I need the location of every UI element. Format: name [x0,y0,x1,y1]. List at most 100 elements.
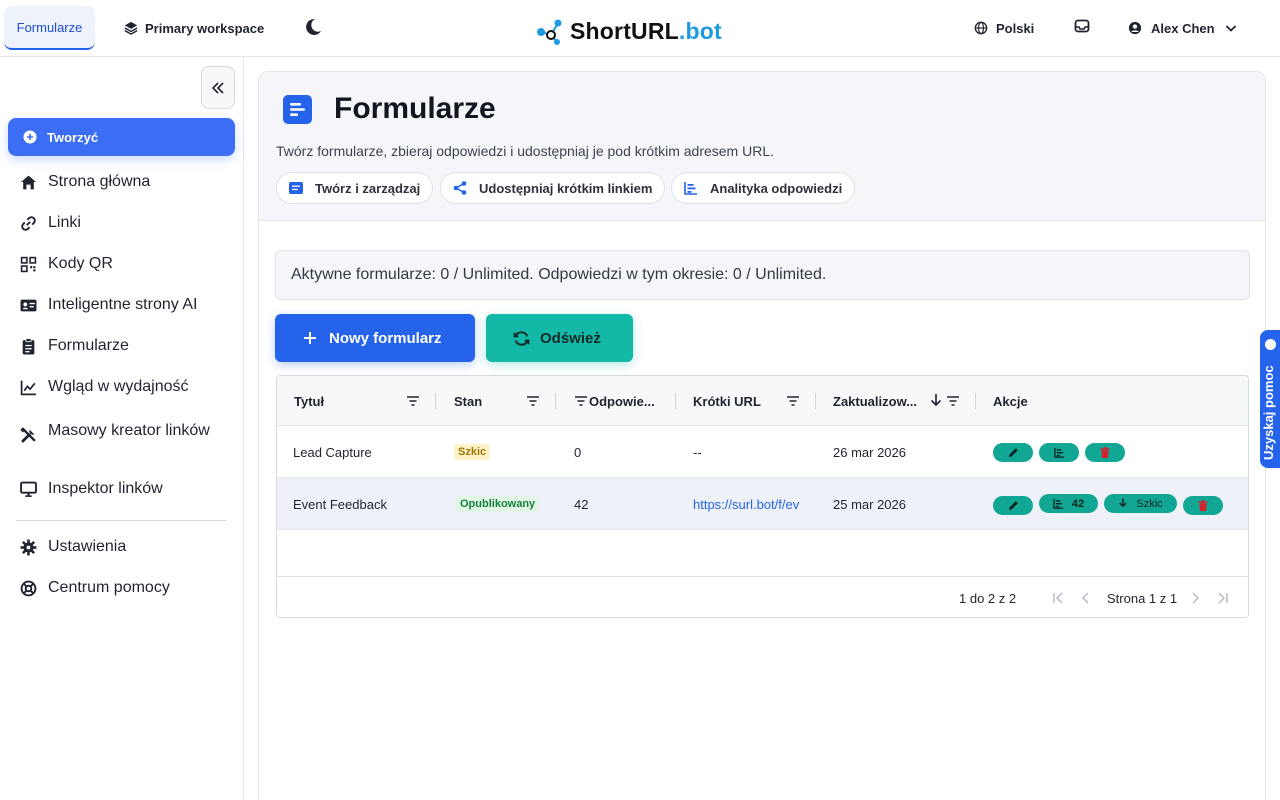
sidebar-item-insights[interactable]: Wgląd w wydajność [20,378,235,396]
table-row[interactable]: Lead Capture Szkic 0 -- 26 mar 2026 [277,426,1248,478]
row-responses: 0 [574,444,582,460]
analytics-button[interactable] [1039,443,1079,462]
last-page-icon[interactable] [1216,591,1230,605]
user-avatar-icon [1128,21,1142,35]
row-url: -- [693,444,702,460]
bar-chart-icon [1053,447,1064,458]
edit-button[interactable] [993,496,1033,515]
help-question-icon [1265,339,1276,350]
export-button[interactable]: Szkic [1104,494,1177,513]
globe-icon [974,21,988,35]
row-title[interactable]: Event Feedback [293,478,387,530]
column-responses[interactable]: Odpowie... [589,376,655,426]
refresh-icon [513,330,530,346]
analytics-button[interactable]: 42 [1039,494,1098,513]
table-header: Tytuł Stan Odpowie... Krótki URL Zaktual… [277,376,1248,426]
workspace-label: Primary workspace [145,20,265,36]
qr-code-icon [20,256,37,272]
share-icon [453,181,467,195]
layers-icon [124,21,138,35]
user-menu[interactable]: Alex Chen [1128,18,1238,38]
link-icon [21,215,36,231]
sidebar-item-link-inspector[interactable]: Inspektor linków [20,480,235,498]
filter-icon[interactable] [526,395,540,407]
sort-down-icon[interactable] [930,393,942,407]
row-title[interactable]: Lead Capture [293,426,372,478]
row-updated: 25 mar 2026 [833,496,906,512]
sidebar-item-home[interactable]: Strona główna [20,173,235,191]
chip-analytics[interactable]: Analityka odpowiedzi [671,172,856,204]
sidebar-divider [16,520,227,521]
table-row[interactable]: Event Feedback Opublikowany 42 https://s… [277,478,1248,530]
language-selector[interactable]: Polski [974,18,1034,38]
sidebar-item-bulk-creator[interactable]: Masowy kreator linków [20,421,235,444]
collapse-sidebar-button[interactable] [201,66,235,109]
filter-icon[interactable] [946,395,960,407]
delete-button[interactable] [1085,443,1125,462]
previous-page-icon[interactable] [1079,591,1093,605]
bar-chart-icon [684,182,697,195]
main-panel: Formularze Twórz formularze, zbieraj odp… [258,71,1266,800]
column-status[interactable]: Stan [454,376,482,426]
table-pagination: 1 do 2 z 2 Strona 1 z 1 [277,576,1248,617]
user-name: Alex Chen [1151,20,1215,36]
column-updated[interactable]: Zaktualizow... [833,376,917,426]
inbox-icon[interactable] [1074,18,1090,34]
monitor-icon [20,481,37,497]
row-url-link[interactable]: https://surl.bot/f/ev [693,478,816,530]
chevron-down-icon [1225,25,1236,32]
logo-text: ShortURL.bot [570,17,722,44]
pencil-icon [1008,448,1018,458]
column-actions: Akcje [993,393,1028,409]
chart-line-icon [20,380,36,395]
refresh-button[interactable]: Odśwież [486,314,633,362]
workspace-switcher[interactable]: Primary workspace [124,18,264,38]
lifebuoy-icon [20,580,37,596]
column-short-url[interactable]: Krótki URL [693,376,761,426]
sidebar-item-ai-pages[interactable]: Inteligentne strony AI [20,296,235,314]
bar-chart-icon [1053,498,1063,509]
create-button[interactable]: Tworzyć [8,118,235,156]
id-card-icon [20,299,37,311]
plus-circle-icon [23,130,37,144]
download-icon [1119,498,1128,508]
status-badge: Szkic [454,444,491,460]
edit-button[interactable] [993,443,1033,462]
create-label: Tworzyć [47,129,99,145]
sidebar-item-qr-codes[interactable]: Kody QR [20,255,235,273]
filter-icon[interactable] [406,395,420,407]
sidebar: Tworzyć Strona główna Linki Kody QR Inte… [0,57,244,800]
clipboard-icon [22,337,35,354]
pencil-icon [1008,501,1018,511]
next-page-icon[interactable] [1188,591,1202,605]
sidebar-item-settings[interactable]: Ustawienia [20,538,235,556]
first-page-icon[interactable] [1051,591,1065,605]
trash-icon [1198,500,1208,511]
sidebar-item-links[interactable]: Linki [20,214,235,232]
language-label: Polski [996,20,1035,36]
usage-info: Aktywne formularze: 0 / Unlimited. Odpow… [275,250,1250,300]
moon-icon[interactable] [303,17,323,37]
row-responses: 42 [574,496,589,512]
page-header: Formularze Twórz formularze, zbieraj odp… [259,72,1265,221]
row-count: 1 do 2 z 2 [959,591,1017,606]
status-badge: Opublikowany [456,496,540,512]
column-title[interactable]: Tytuł [294,376,324,426]
tab-forms[interactable]: Formularze [4,6,95,50]
home-icon [21,175,36,189]
chip-create-manage[interactable]: Twórz i zarządzaj [276,172,434,204]
row-updated: 26 mar 2026 [833,444,906,460]
sidebar-item-forms[interactable]: Formularze [20,337,235,355]
logo[interactable]: ShortURL.bot [536,14,722,48]
chevrons-left-icon [211,81,224,94]
page-indicator: Strona 1 z 1 [1107,591,1178,606]
sidebar-item-help-center[interactable]: Centrum pomocy [20,579,235,597]
plus-icon [304,332,316,344]
filter-icon[interactable] [786,395,800,407]
filter-icon[interactable] [574,395,588,407]
chip-share-link[interactable]: Udostępniaj krótkim linkiem [440,172,666,204]
new-form-button[interactable]: Nowy formularz [275,314,475,362]
gear-icon [20,539,37,555]
page-title: Formularze [334,92,496,125]
delete-button[interactable] [1183,496,1223,515]
